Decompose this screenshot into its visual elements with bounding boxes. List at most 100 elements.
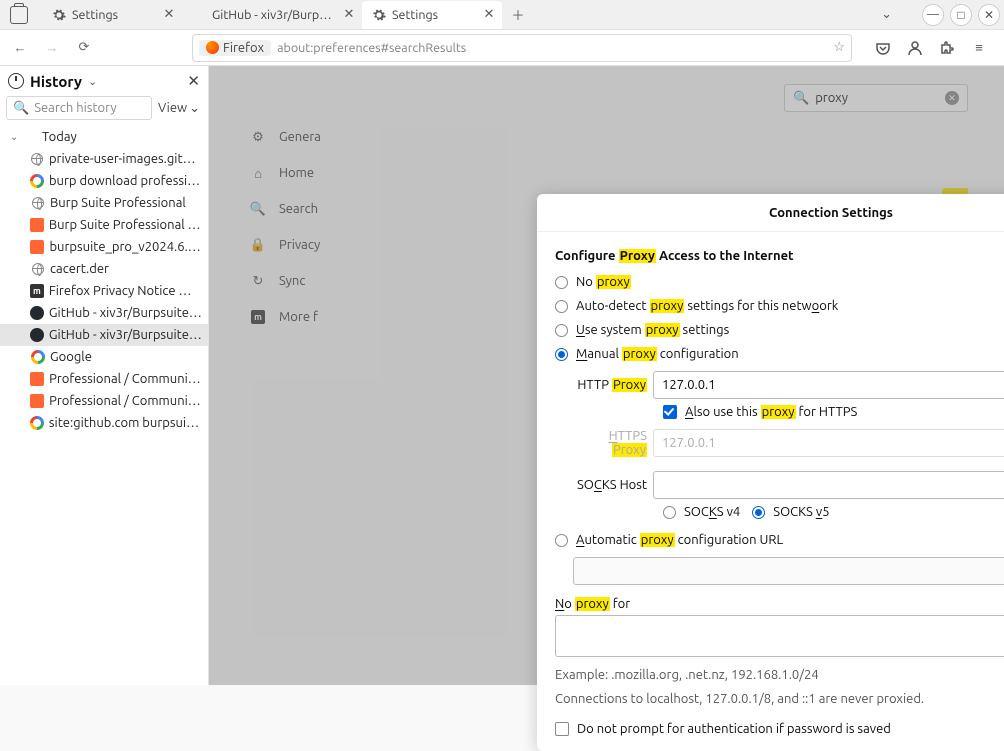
identity-chip[interactable]: Firefox (199, 40, 271, 56)
connection-settings-modal: Connection Settings ✕ Configure Proxy Ac… (537, 194, 1004, 751)
favicon (31, 196, 45, 210)
favicon (30, 416, 44, 430)
close-button[interactable]: ✕ (978, 4, 1000, 26)
radio-system-proxy[interactable]: Use system proxy settings (555, 323, 1004, 337)
favicon: m (30, 284, 44, 298)
history-item[interactable]: site:github.com burpsuite pr… (0, 412, 208, 434)
favicon (30, 372, 44, 386)
favicon (30, 306, 44, 320)
sidebar-header: History ⌄ ✕ (0, 66, 208, 96)
section-heading: Configure Proxy Access to the Internet (555, 246, 1004, 263)
tab-title: Settings (392, 8, 476, 22)
search-icon: 🔍 (13, 101, 29, 116)
close-icon[interactable]: ✕ (162, 8, 176, 22)
clock-icon (23, 130, 37, 144)
no-proxy-label: No proxy for (555, 595, 1004, 611)
history-item[interactable]: Burp Suite Professional (0, 192, 208, 214)
favicon (30, 174, 44, 188)
history-item[interactable]: GitHub - xiv3r/Burpsuite-Pro… (0, 302, 208, 324)
history-item[interactable]: Google (0, 346, 208, 368)
radio-auto-detect[interactable]: Auto-detect proxy settings for this netw… (555, 299, 1004, 313)
window-buttons: — □ ✕ (922, 4, 1000, 26)
toolbar-right: ≡ (874, 39, 996, 57)
pocket-icon[interactable] (874, 39, 892, 57)
radio-no-proxy[interactable]: No proxy (555, 275, 1004, 289)
radio-icon (555, 324, 568, 337)
chevron-down-icon[interactable]: ⌄ (881, 7, 892, 22)
radio-icon (663, 506, 676, 519)
checkbox-no-auth-prompt[interactable]: Do not prompt for authentication if pass… (555, 722, 1004, 736)
search-history-input[interactable]: 🔍 Search history (6, 96, 152, 120)
maximize-button[interactable]: □ (950, 4, 972, 26)
radio-icon (555, 300, 568, 313)
history-item[interactable]: Burp Suite Professional - Por… (0, 214, 208, 236)
https-proxy-input (653, 429, 1004, 457)
url-text: about:preferences#searchResults (277, 41, 827, 55)
close-icon[interactable]: ✕ (482, 8, 496, 22)
history-item[interactable]: cacert.der (0, 258, 208, 280)
new-tab-button[interactable]: ＋ (506, 3, 530, 27)
favicon (30, 328, 44, 342)
chevron-down-icon[interactable]: ⌄ (88, 75, 97, 88)
back-button[interactable]: ← (8, 36, 32, 60)
tab-0[interactable]: Settings ✕ (42, 1, 182, 29)
favicon (30, 394, 44, 408)
tab-1[interactable]: GitHub - xiv3r/Burpsuite-… ✕ (182, 1, 362, 29)
search-placeholder: Search history (34, 101, 116, 115)
https-proxy-row: HTTPS Proxy Port (573, 429, 1004, 457)
radio-pac-url[interactable]: Automatic proxy configuration URL (555, 533, 1004, 547)
history-item[interactable]: burpsuite_pro_v2024.6.6.jar (0, 236, 208, 258)
hint-example: Example: .mozilla.org, .net.nz, 192.168.… (555, 666, 1004, 684)
url-bar[interactable]: Firefox about:preferences#searchResults … (192, 34, 852, 62)
gear-icon (372, 8, 386, 22)
account-icon[interactable] (906, 39, 924, 57)
history-sidebar: History ⌄ ✕ 🔍 Search history View⌄ ⌄ Tod… (0, 66, 209, 685)
radio-icon (555, 276, 568, 289)
radio-icon (555, 348, 568, 361)
pac-url-input (573, 557, 1004, 585)
modal-title: Connection Settings (769, 206, 893, 220)
tree-today[interactable]: ⌄ Today (0, 126, 208, 148)
github-icon (192, 8, 206, 22)
minimize-button[interactable]: — (922, 4, 944, 26)
history-item[interactable]: mFirefox Privacy Notice — Mo… (0, 280, 208, 302)
clock-icon (8, 73, 24, 89)
radio-socks4[interactable]: SOCKS v4 (663, 505, 740, 519)
close-icon[interactable]: ✕ (342, 8, 356, 22)
http-proxy-input[interactable] (653, 371, 1004, 399)
socks-host-input[interactable] (653, 471, 1004, 499)
tab-bar: Settings ✕ GitHub - xiv3r/Burpsuite-… ✕ … (4, 1, 881, 29)
favicon (30, 218, 44, 232)
forward-button[interactable]: → (40, 36, 64, 60)
sidebar-title: History (30, 73, 82, 90)
bookmark-icon[interactable]: ☆ (833, 40, 845, 55)
favicon (30, 240, 44, 254)
history-item[interactable]: private-user-images.githubu… (0, 148, 208, 170)
tab-title: GitHub - xiv3r/Burpsuite-… (212, 8, 336, 22)
socks-host-row: SOCKS Host Port (573, 471, 1004, 499)
extensions-icon[interactable] (938, 39, 956, 57)
close-icon[interactable]: ✕ (187, 72, 200, 90)
radio-socks5[interactable]: SOCKS v5 (752, 505, 829, 519)
history-item[interactable]: Professional / Community 2… (0, 368, 208, 390)
history-item[interactable]: Professional / Community 2… (0, 390, 208, 412)
menu-icon[interactable]: ≡ (970, 39, 988, 57)
tab-2[interactable]: Settings ✕ (362, 1, 502, 29)
toolbar: ← → ⟳ Firefox about:preferences#searchRe… (0, 30, 1004, 66)
titlebar: Settings ✕ GitHub - xiv3r/Burpsuite-… ✕ … (0, 0, 1004, 30)
favicon (31, 350, 45, 364)
also-use-https[interactable]: Also use this proxy for HTTPS (663, 405, 1004, 419)
view-button[interactable]: View⌄ (156, 101, 202, 116)
hint-localhost: Connections to localhost, 127.0.0.1/8, a… (555, 690, 1004, 708)
http-proxy-row: HTTP Proxy Port (573, 371, 1004, 399)
no-proxy-input[interactable] (555, 615, 1004, 657)
tab-title: Settings (72, 8, 156, 22)
reload-button[interactable]: ⟳ (72, 36, 96, 60)
checkbox-icon (663, 405, 677, 419)
favicon (30, 152, 44, 166)
radio-icon (752, 506, 765, 519)
history-item[interactable]: burp download professional… (0, 170, 208, 192)
firefox-icon (206, 41, 219, 54)
radio-manual-proxy[interactable]: Manual proxy configuration (555, 347, 1004, 361)
history-item[interactable]: GitHub - xiv3r/Burpsuite-Pro… (0, 324, 208, 346)
